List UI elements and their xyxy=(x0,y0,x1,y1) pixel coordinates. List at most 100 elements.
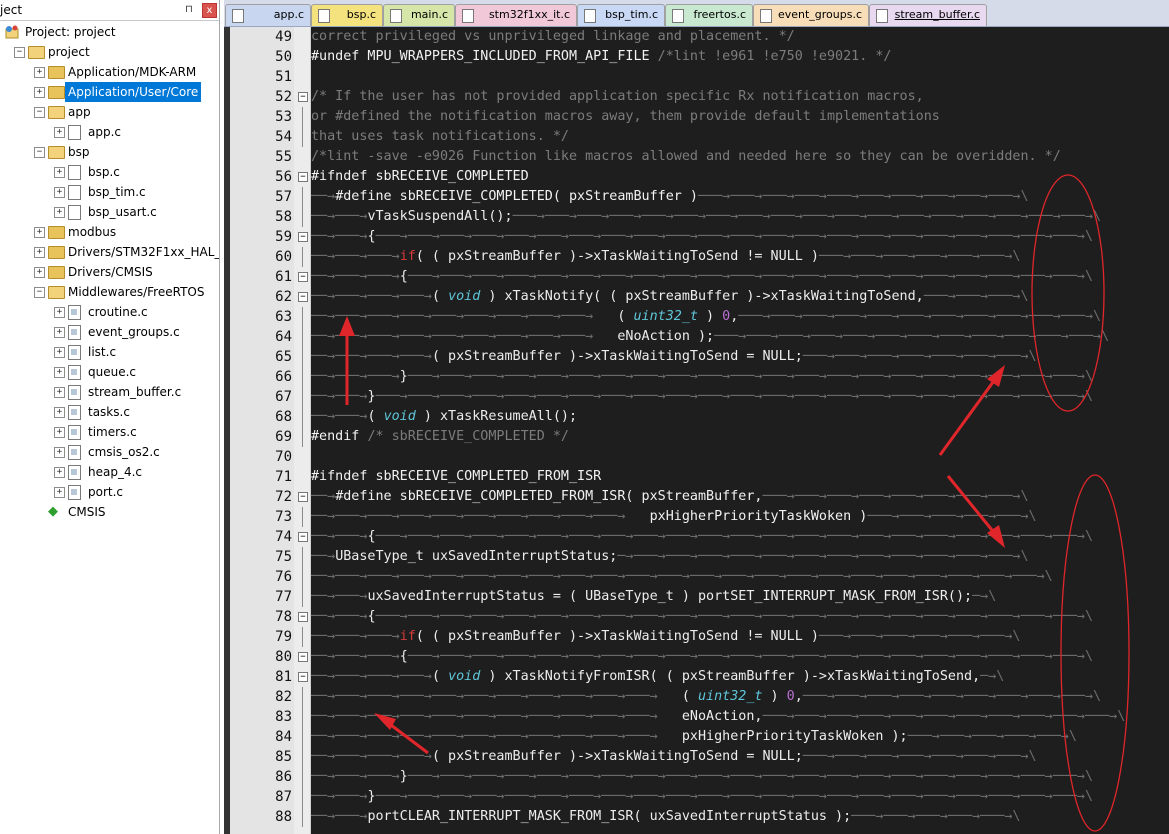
fold-toggle-icon[interactable]: − xyxy=(298,232,308,242)
tree-item[interactable]: + heap_4.c xyxy=(0,462,219,482)
line-number: 69 xyxy=(275,429,292,445)
code-token: ( pxStreamBuffer )->xTaskWaitingToSend =… xyxy=(431,749,803,764)
expand-icon[interactable]: + xyxy=(54,347,65,358)
code-text: ──→───→───→───→───→───→───→───→───→───→─… xyxy=(311,727,1077,747)
tree-item-label: stream_buffer.c xyxy=(88,385,182,399)
tree-item[interactable]: + cmsis_os2.c xyxy=(0,442,219,462)
tab-file[interactable]: event_groups.c xyxy=(753,4,869,26)
tree-item[interactable]: ◆ CMSIS xyxy=(0,502,219,522)
tree-item[interactable]: + Application/User/Core xyxy=(0,82,219,102)
tree-item[interactable]: + bsp_tim.c xyxy=(0,182,219,202)
pin-icon[interactable]: ⊓ xyxy=(185,4,193,16)
code-line: 60 ──→───→───→if( ( pxStreamBuffer )->xTa… xyxy=(224,247,1169,267)
tree-item[interactable]: + timers.c xyxy=(0,422,219,442)
line-number: 85 xyxy=(275,749,292,765)
expand-icon[interactable]: + xyxy=(54,427,65,438)
expand-icon[interactable]: + xyxy=(54,367,65,378)
tree-item[interactable]: + Drivers/STM32F1xx_HAL_Driv xyxy=(0,242,219,262)
tab-label: freertos.c xyxy=(693,8,746,21)
tree-item[interactable]: Project: project xyxy=(0,22,219,42)
fold-guide xyxy=(302,327,303,347)
expand-icon[interactable]: + xyxy=(54,187,65,198)
expand-icon[interactable]: + xyxy=(34,67,45,78)
expand-icon[interactable]: + xyxy=(54,167,65,178)
code-editor[interactable]: 49 correct privileged vs unprivileged lin… xyxy=(224,27,1169,834)
folder-icon xyxy=(48,226,65,239)
fold-toggle-icon[interactable]: − xyxy=(298,272,308,282)
expand-icon[interactable]: + xyxy=(54,487,65,498)
code-token: eNoAction ); xyxy=(617,329,715,344)
fold-toggle-icon[interactable]: − xyxy=(298,492,308,502)
tree-item[interactable]: + event_groups.c xyxy=(0,322,219,342)
code-text: ──→───→───→if( ( pxStreamBuffer )->xTask… xyxy=(311,247,1020,267)
fold-toggle-icon[interactable]: − xyxy=(298,652,308,662)
tree-item[interactable]: − app xyxy=(0,102,219,122)
tree-item[interactable]: + modbus xyxy=(0,222,219,242)
collapse-icon[interactable]: − xyxy=(34,287,45,298)
expand-icon[interactable]: + xyxy=(54,307,65,318)
expand-icon[interactable]: + xyxy=(54,207,65,218)
expand-icon[interactable]: + xyxy=(34,227,45,238)
line-number: 52 xyxy=(275,89,292,105)
code-token: ───→───→───→───→───→\ xyxy=(851,809,1021,824)
tree-item[interactable]: + Application/MDK-ARM xyxy=(0,62,219,82)
expand-icon[interactable]: + xyxy=(54,387,65,398)
fold-toggle-icon[interactable]: − xyxy=(298,92,308,102)
close-icon[interactable]: x xyxy=(202,3,217,18)
line-number: 73 xyxy=(275,509,292,525)
expand-icon[interactable]: + xyxy=(54,467,65,478)
collapse-icon[interactable]: − xyxy=(14,47,25,58)
tree-item-label: bsp_usart.c xyxy=(88,205,157,219)
tree-item[interactable]: + bsp.c xyxy=(0,162,219,182)
code-token: ─→───→───→───→───→───→───→───→───→───→──… xyxy=(617,549,1029,564)
code-token: ──→ xyxy=(311,549,336,564)
expand-icon[interactable]: + xyxy=(54,127,65,138)
tab-file[interactable]: bsp.c xyxy=(311,4,383,26)
fold-toggle-icon[interactable]: − xyxy=(298,172,308,182)
code-line: 78− ──→───→{───→───→───→───→───→───→───→─… xyxy=(224,607,1169,627)
tree-item[interactable]: + Drivers/CMSIS xyxy=(0,262,219,282)
expand-icon[interactable]: + xyxy=(34,247,45,258)
code-token: } xyxy=(399,769,408,784)
tree-item[interactable]: + stream_buffer.c xyxy=(0,382,219,402)
fold-toggle-icon[interactable]: − xyxy=(298,292,308,302)
line-number: 61 xyxy=(275,269,292,285)
tree-item[interactable]: − Middlewares/FreeRTOS xyxy=(0,282,219,302)
code-token: ──→───→───→ xyxy=(311,629,400,644)
expand-icon[interactable]: + xyxy=(54,407,65,418)
code-line: 68 ──→───→( void ) xTaskResumeAll(); xyxy=(224,407,1169,427)
collapse-icon[interactable]: − xyxy=(34,107,45,118)
code-line: 65 ──→───→───→───→( pxStreamBuffer )->xTa… xyxy=(224,347,1169,367)
tab-file[interactable]: bsp_tim.c xyxy=(577,4,665,26)
collapse-icon[interactable]: − xyxy=(34,147,45,158)
tree-item[interactable]: + queue.c xyxy=(0,362,219,382)
expand-icon[interactable]: + xyxy=(34,87,45,98)
code-token: eNoAction, xyxy=(681,709,763,724)
tree-item[interactable]: + port.c xyxy=(0,482,219,502)
folder-icon xyxy=(48,246,65,259)
expand-icon[interactable]: + xyxy=(54,447,65,458)
project-panel-header: ject ⊓ x xyxy=(0,0,219,21)
tab-file[interactable]: stm32f1xx_it.c xyxy=(455,4,577,26)
tree-item[interactable]: + bsp_usart.c xyxy=(0,202,219,222)
code-token: ───→───→───→───→───→───→───→───→───→───→… xyxy=(375,609,1094,624)
tree-item[interactable]: + app.c xyxy=(0,122,219,142)
tab-file[interactable]: stream_buffer.c xyxy=(869,4,987,26)
line-number: 87 xyxy=(275,789,292,805)
fold-toggle-icon[interactable]: − xyxy=(298,672,308,682)
fold-toggle-icon[interactable]: − xyxy=(298,532,308,542)
tree-item[interactable]: + tasks.c xyxy=(0,402,219,422)
tree-item-label: tasks.c xyxy=(88,405,130,419)
tab-file[interactable]: freertos.c xyxy=(665,4,753,26)
tree-item[interactable]: + croutine.c xyxy=(0,302,219,322)
tab-file[interactable]: app.c xyxy=(225,4,311,26)
tree-item[interactable]: − bsp xyxy=(0,142,219,162)
tree-item[interactable]: − project xyxy=(0,42,219,62)
tree-item[interactable]: + list.c xyxy=(0,342,219,362)
tab-file[interactable]: main.c xyxy=(383,4,455,26)
expand-icon[interactable]: + xyxy=(34,267,45,278)
expand-icon[interactable]: + xyxy=(54,327,65,338)
tree-item-label: Middlewares/FreeRTOS xyxy=(68,285,205,299)
code-line: 84 ──→───→───→───→───→───→───→───→───→───… xyxy=(224,727,1169,747)
fold-toggle-icon[interactable]: − xyxy=(298,612,308,622)
